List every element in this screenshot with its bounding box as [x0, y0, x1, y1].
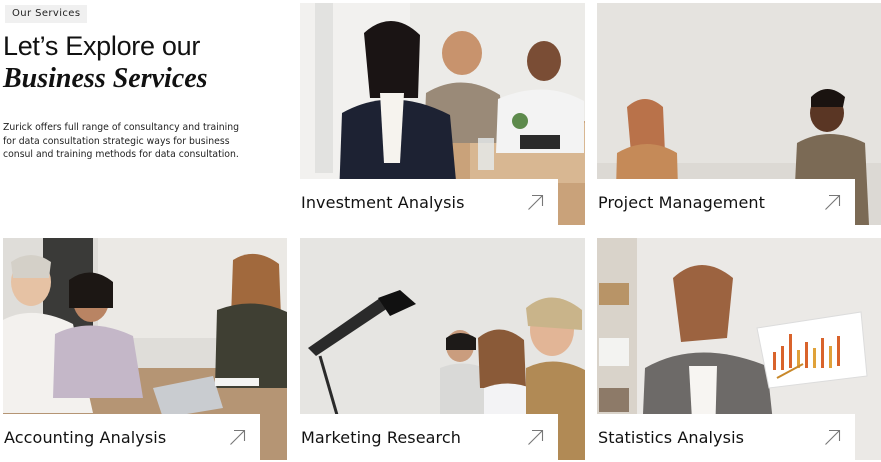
- intro-description: Zurick offers full range of consultancy …: [3, 122, 240, 161]
- service-card-label-plate: Project Management: [597, 179, 855, 225]
- arrow-up-right-icon[interactable]: [824, 194, 841, 211]
- service-card-marketing-research[interactable]: Marketing Research: [300, 238, 585, 460]
- service-card-label-plate: Accounting Analysis: [3, 414, 260, 460]
- services-intro: Our Services Let’s Explore our Business …: [0, 0, 295, 235]
- page-title-line1: Let’s Explore our: [3, 31, 201, 61]
- service-card-label-plate: Marketing Research: [300, 414, 558, 460]
- service-card-accounting-analysis[interactable]: Accounting Analysis: [3, 238, 287, 460]
- service-card-statistics-analysis[interactable]: Statistics Analysis: [597, 238, 881, 460]
- service-title: Project Management: [598, 192, 766, 212]
- service-card-label-plate: Investment Analysis: [300, 179, 558, 225]
- service-title: Accounting Analysis: [4, 427, 167, 447]
- section-tag: Our Services: [5, 5, 88, 23]
- arrow-up-right-icon[interactable]: [229, 429, 246, 446]
- arrow-up-right-icon[interactable]: [824, 429, 841, 446]
- arrow-up-right-icon[interactable]: [527, 429, 544, 446]
- service-title: Investment Analysis: [301, 192, 465, 212]
- page-title-line2: Business Services: [3, 63, 208, 94]
- service-title: Marketing Research: [301, 427, 462, 447]
- service-card-project-management[interactable]: Project Management: [597, 3, 881, 225]
- arrow-up-right-icon[interactable]: [527, 194, 544, 211]
- service-title: Statistics Analysis: [598, 427, 745, 447]
- service-card-investment-analysis[interactable]: Investment Analysis: [300, 3, 585, 225]
- service-card-label-plate: Statistics Analysis: [597, 414, 855, 460]
